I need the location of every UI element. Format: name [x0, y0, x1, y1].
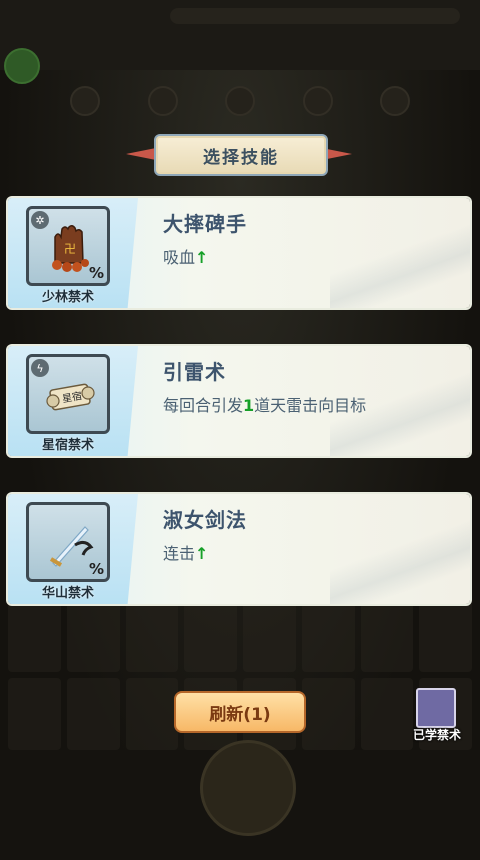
stage-node	[302, 86, 333, 116]
progress-strip	[170, 8, 460, 24]
svg-text:卍: 卍	[64, 242, 76, 256]
percent-mark: %	[88, 560, 104, 578]
skill-icon-frame: %	[26, 502, 110, 582]
skill-description: 吸血↑	[163, 248, 209, 267]
school-label: 华山禁术	[41, 586, 94, 601]
learned-arts-label: 已学禁术	[412, 728, 461, 742]
relic-hand-icon: 卍	[52, 224, 89, 272]
stage-node	[225, 86, 255, 116]
top-status-bar	[0, 0, 480, 70]
skill-card-1[interactable]: ✲ 卍 % 少林禁术 大摔碑手 吸血↑	[8, 198, 470, 308]
background-main-button	[200, 740, 296, 836]
scroll-book-icon	[416, 688, 456, 728]
school-label: 少林禁术	[41, 290, 94, 305]
stage-progress	[70, 86, 410, 116]
skill-icon-frame: ϟ 星宿	[26, 354, 110, 434]
increase-arrow-icon: ↑	[195, 248, 209, 267]
stage-node	[147, 86, 178, 116]
player-avatar	[4, 48, 40, 84]
select-skill-header: 选择技能	[126, 134, 352, 176]
sword-icon	[49, 526, 94, 567]
stage-node	[380, 86, 410, 116]
school-label: 星宿禁术	[41, 438, 94, 453]
increase-arrow-icon: ↑	[195, 544, 209, 563]
skill-name: 淑女剑法	[163, 508, 247, 532]
learned-arts-button[interactable]: 已学禁术	[404, 688, 470, 748]
skill-name: 大摔碑手	[163, 212, 247, 236]
stage-node	[70, 86, 100, 116]
scroll-icon: 星宿	[46, 383, 95, 411]
skill-card-3[interactable]: % 华山禁术 淑女剑法 连击↑	[8, 494, 470, 604]
skill-icon-frame: ✲ 卍 %	[26, 206, 110, 286]
refresh-button[interactable]: 刷新(1)	[174, 691, 306, 733]
skill-description: 连击↑	[163, 544, 209, 563]
skill-card-2[interactable]: ϟ 星宿 星宿禁术 引雷术 每回合引发1道天雷击向目标	[8, 346, 470, 456]
percent-mark: %	[88, 264, 104, 282]
skill-description: 每回合引发1道天雷击向目标	[163, 396, 367, 415]
header-title: 选择技能	[154, 134, 328, 176]
skill-name: 引雷术	[163, 360, 226, 384]
